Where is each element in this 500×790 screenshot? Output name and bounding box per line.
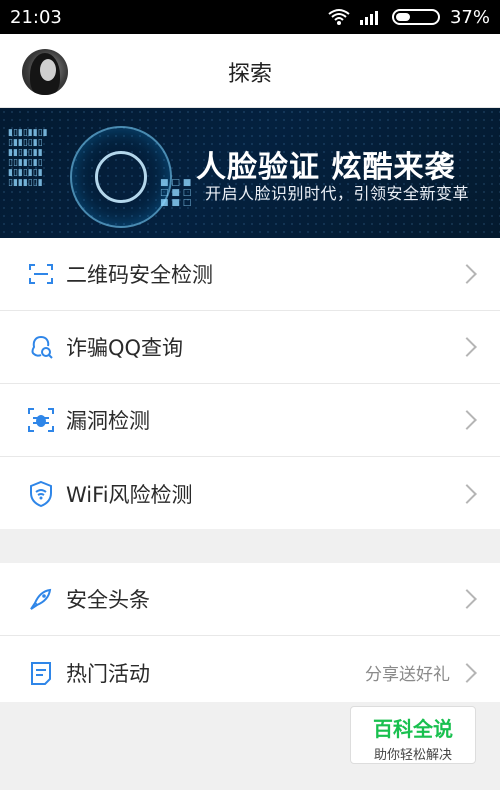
menu-item-label: 诈骗QQ查询 (66, 336, 184, 360)
watermark-subtitle: 助你轻松解决 (373, 748, 452, 763)
menu-item-vuln-check[interactable]: 漏洞检测 (0, 384, 500, 457)
watermark-title: 百科全说 (373, 717, 453, 741)
watermark-badge: 百科全说 助你轻松解决 (350, 706, 476, 764)
menu-item-qr-check[interactable]: 二维码安全检测 (0, 238, 500, 311)
chevron-right-icon (457, 337, 477, 357)
security-menu: 二维码安全检测 诈骗QQ查询 漏洞检测 WiFi风险检测 (0, 238, 500, 529)
news-menu: 安全头条 热门活动 分享送好礼 (0, 563, 500, 702)
menu-item-hot-events[interactable]: 热门活动 分享送好礼 (0, 636, 500, 709)
menu-item-label: 二维码安全检测 (66, 263, 213, 287)
promo-banner[interactable]: ▮▯▮▯▮▮▯▮ ▯▮▮▯▯▮▯ ▮▮▯▮▯▮▮ ▯▯▮▮▯▮▯ ▮▯▮▯▮▯▮ ▯▮▮▮… (0, 108, 500, 238)
status-time: 21:03 (10, 6, 62, 28)
status-icons: 37% (328, 7, 490, 28)
note-icon (26, 658, 56, 688)
chevron-right-icon (457, 662, 477, 683)
qq-search-icon (26, 332, 56, 362)
qr-scan-icon (26, 259, 56, 289)
menu-item-security-news[interactable]: 安全头条 (0, 563, 500, 636)
banner-data-decoration: ■ □ ■ □ ■ □ ■ ■ □ (160, 178, 192, 208)
banner-subline: 开启人脸识别时代，引领安全新变革 (205, 184, 470, 203)
menu-item-label: 漏洞检测 (66, 409, 150, 433)
chevron-right-icon (457, 410, 477, 430)
chevron-right-icon (457, 483, 477, 504)
section-divider (0, 529, 500, 563)
status-bar: 21:03 37% (0, 0, 500, 34)
menu-item-label: WiFi风险检测 (66, 482, 193, 507)
menu-item-label: 安全头条 (66, 588, 150, 612)
chevron-right-icon (457, 589, 477, 609)
menu-item-trailing-text: 分享送好礼 (365, 665, 450, 685)
wifi-shield-icon (26, 479, 56, 509)
face-scan-core-icon (95, 151, 147, 203)
menu-item-qq-fraud[interactable]: 诈骗QQ查询 (0, 311, 500, 384)
menu-item-label: 热门活动 (66, 661, 150, 686)
battery-text: 37% (449, 6, 490, 28)
rocket-icon (26, 584, 56, 614)
battery-icon (391, 9, 440, 25)
wifi-icon (328, 9, 350, 25)
app-header: 探索 (0, 34, 500, 108)
bug-icon (26, 405, 56, 435)
menu-item-wifi-check[interactable]: WiFi风险检测 (0, 457, 500, 530)
signal-icon (359, 11, 378, 25)
page-title: 探索 (227, 62, 272, 87)
banner-data-decoration: ▮▯▮▯▮▮▯▮ ▯▮▮▯▯▮▯ ▮▮▯▮▯▮▮ ▯▯▮▮▯▮▯ ▮▯▮▯▮▯▮ ▯▮▮▮… (8, 128, 48, 188)
chevron-right-icon (457, 264, 477, 284)
